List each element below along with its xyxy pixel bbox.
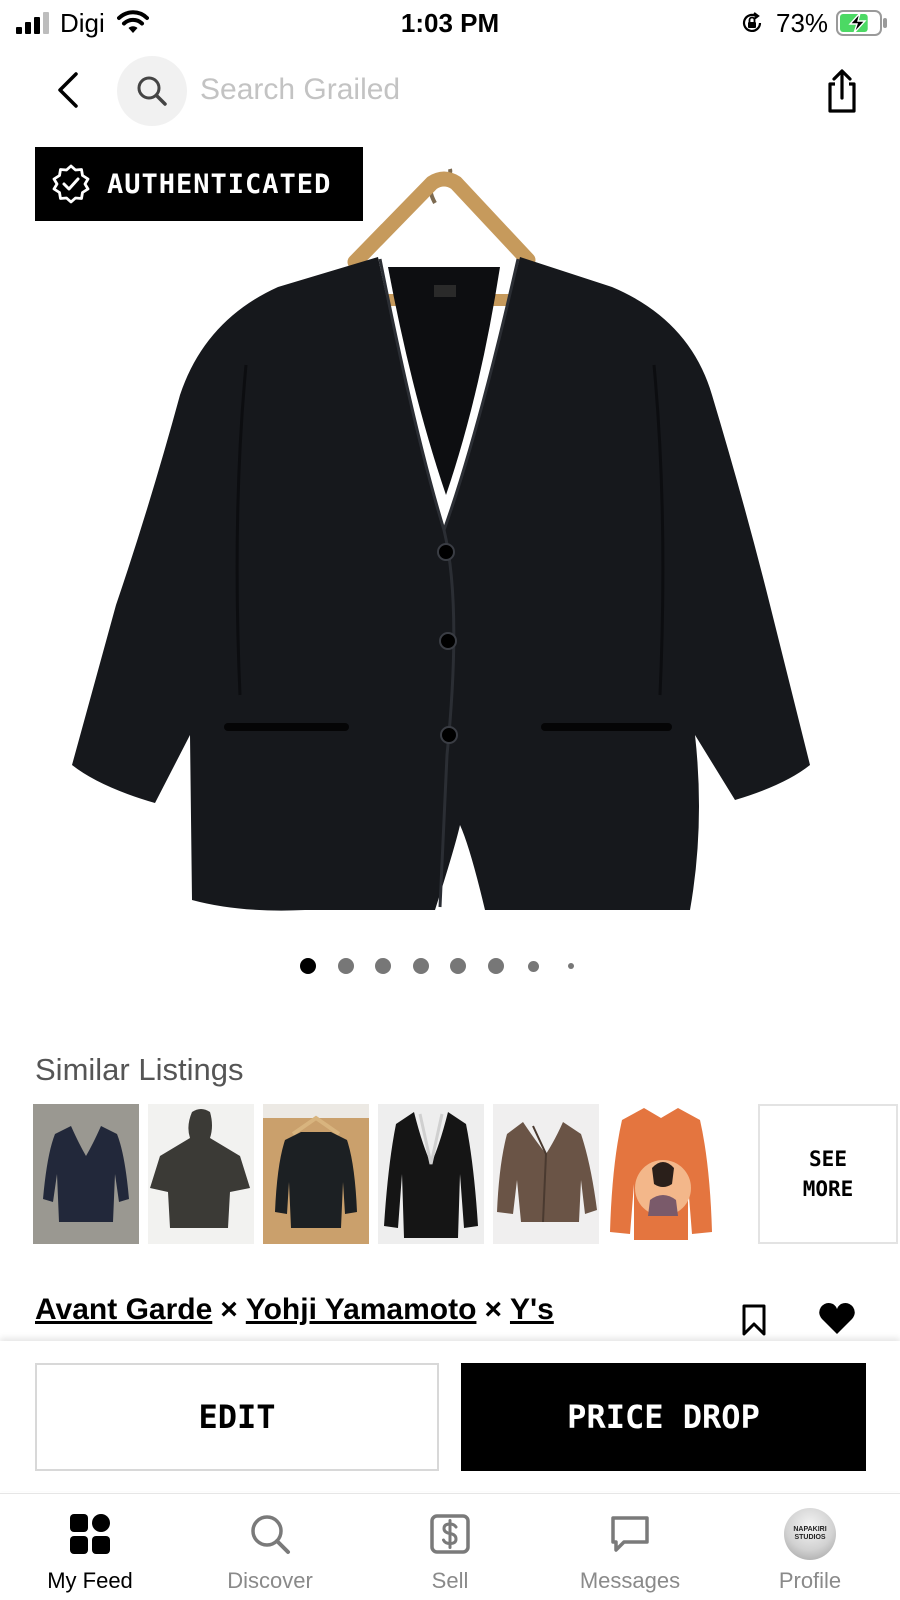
product-photo[interactable]	[0, 135, 900, 935]
similar-listing-thumbnail[interactable]	[33, 1104, 139, 1244]
listing-action-bar: EDIT PRICE DROP	[0, 1341, 900, 1491]
designer-link[interactable]: Avant Garde	[35, 1293, 212, 1326]
see-more-label-line1: SEE	[809, 1147, 847, 1171]
similar-listing-thumbnail[interactable]	[378, 1104, 484, 1244]
dollar-tag-icon	[430, 1514, 470, 1554]
tab-messages[interactable]: Messages	[540, 1494, 720, 1600]
battery-charging-icon	[836, 10, 887, 36]
status-time: 1:03 PM	[400, 8, 500, 38]
tab-label: Sell	[431, 1568, 469, 1593]
designer-separator: ×	[220, 1293, 238, 1326]
carousel-dot[interactable]	[450, 958, 466, 974]
similar-listing-thumbnail[interactable]	[263, 1104, 369, 1244]
carousel-dot[interactable]	[567, 963, 574, 969]
carousel-dot[interactable]	[300, 958, 316, 974]
similar-listing-thumbnail[interactable]	[493, 1104, 599, 1244]
top-nav	[0, 50, 900, 130]
photo-carousel-indicator[interactable]	[300, 958, 600, 978]
verified-check-icon	[52, 164, 90, 204]
status-bar: Digi 1:03 PM 73%	[0, 0, 900, 46]
tab-label: Discover	[227, 1568, 313, 1593]
see-more-button[interactable]: SEE MORE	[758, 1104, 898, 1244]
authenticated-label: AUTHENTICATED	[107, 168, 332, 200]
designer-link[interactable]: Y's	[510, 1293, 554, 1326]
designer-link[interactable]: Yohji Yamamoto	[246, 1293, 477, 1326]
bottom-tab-bar: My Feed Discover Sell Messages NAPAKIRI …	[0, 1493, 900, 1600]
authenticated-badge[interactable]: AUTHENTICATED	[35, 147, 363, 221]
share-icon[interactable]	[822, 68, 862, 114]
feed-grid-icon	[70, 1514, 110, 1554]
bookmark-icon[interactable]	[741, 1304, 767, 1336]
battery-percent: 73%	[776, 8, 829, 38]
search-icon	[137, 76, 167, 106]
price-drop-button[interactable]: PRICE DROP	[461, 1363, 866, 1471]
search-button[interactable]	[117, 56, 187, 126]
carousel-dot[interactable]	[375, 958, 391, 974]
similar-listings-row: SEE MORE	[33, 1104, 898, 1246]
tab-my-feed[interactable]: My Feed	[0, 1494, 180, 1600]
edit-button[interactable]: EDIT	[35, 1363, 439, 1471]
avatar: NAPAKIRI STUDIOS	[784, 1508, 836, 1560]
back-chevron-icon[interactable]	[48, 66, 88, 114]
similar-listings-title: Similar Listings	[35, 1052, 244, 1087]
tab-discover[interactable]: Discover	[180, 1494, 360, 1600]
search-icon	[251, 1515, 290, 1554]
tab-sell[interactable]: Sell	[360, 1494, 540, 1600]
search-input[interactable]	[200, 68, 760, 112]
heart-icon[interactable]	[818, 1302, 856, 1336]
chat-bubble-icon	[611, 1516, 649, 1552]
see-more-label-line2: MORE	[802, 1177, 854, 1201]
tab-label: My Feed	[47, 1568, 133, 1593]
carousel-dot[interactable]	[412, 958, 429, 974]
designer-separator: ×	[484, 1293, 502, 1326]
similar-listing-thumbnail[interactable]	[148, 1104, 254, 1244]
carousel-dot[interactable]	[527, 960, 539, 972]
designer-links: Avant Garde × Yohji Yamamoto × Y's	[35, 1293, 554, 1327]
carousel-dot[interactable]	[337, 958, 354, 974]
avatar-text: STUDIOS	[794, 1534, 826, 1541]
orientation-lock-icon	[742, 12, 762, 32]
avatar-text: NAPAKIRI	[793, 1526, 827, 1533]
carousel-dot[interactable]	[487, 958, 504, 974]
tab-profile[interactable]: NAPAKIRI STUDIOS Profile	[720, 1494, 900, 1600]
tab-label: Profile	[778, 1568, 842, 1593]
similar-listing-thumbnail[interactable]	[608, 1104, 714, 1244]
tab-label: Messages	[579, 1568, 681, 1593]
